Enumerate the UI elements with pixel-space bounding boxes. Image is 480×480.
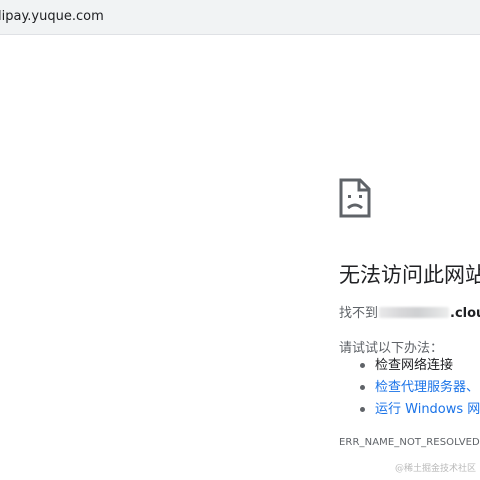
- suggestion-label: 检查网络连接: [375, 358, 454, 373]
- browser-page: lipay.yuque.com 无法访问此网站 找不到 .cloud 请试试以下办…: [0, 0, 480, 480]
- suggestions-list: 检查网络连接 检查代理服务器、 运行 Windows 网络: [339, 358, 480, 424]
- error-code: ERR_NAME_NOT_RESOLVED: [339, 437, 480, 448]
- suggestion-check-connection: 检查网络连接: [339, 358, 480, 380]
- suggestions-label: 请试试以下办法：: [339, 341, 444, 356]
- error-title: 无法访问此网站: [339, 263, 480, 287]
- redacted-host: [379, 307, 450, 318]
- suggestion-run-diagnostics-link[interactable]: 运行 Windows 网络: [339, 402, 480, 424]
- suggestion-check-proxy-link[interactable]: 检查代理服务器、: [339, 380, 480, 402]
- subtitle-prefix: 找不到: [339, 306, 379, 321]
- address-bar: lipay.yuque.com: [0, 0, 480, 35]
- bullet-icon: [360, 363, 365, 368]
- suggestion-label[interactable]: 检查代理服务器、: [375, 380, 479, 395]
- bullet-icon: [360, 385, 365, 390]
- subtitle-host-suffix: .cloud: [450, 306, 480, 321]
- bullet-icon: [360, 407, 365, 412]
- sad-page-icon: [339, 178, 371, 218]
- suggestion-label[interactable]: 运行 Windows 网络: [375, 402, 480, 417]
- error-subtitle: 找不到 .cloud: [339, 302, 480, 321]
- omnibox[interactable]: lipay.yuque.com: [0, 2, 468, 30]
- watermark: @稀土掘金技术社区: [394, 464, 476, 474]
- url-text[interactable]: lipay.yuque.com: [0, 9, 104, 24]
